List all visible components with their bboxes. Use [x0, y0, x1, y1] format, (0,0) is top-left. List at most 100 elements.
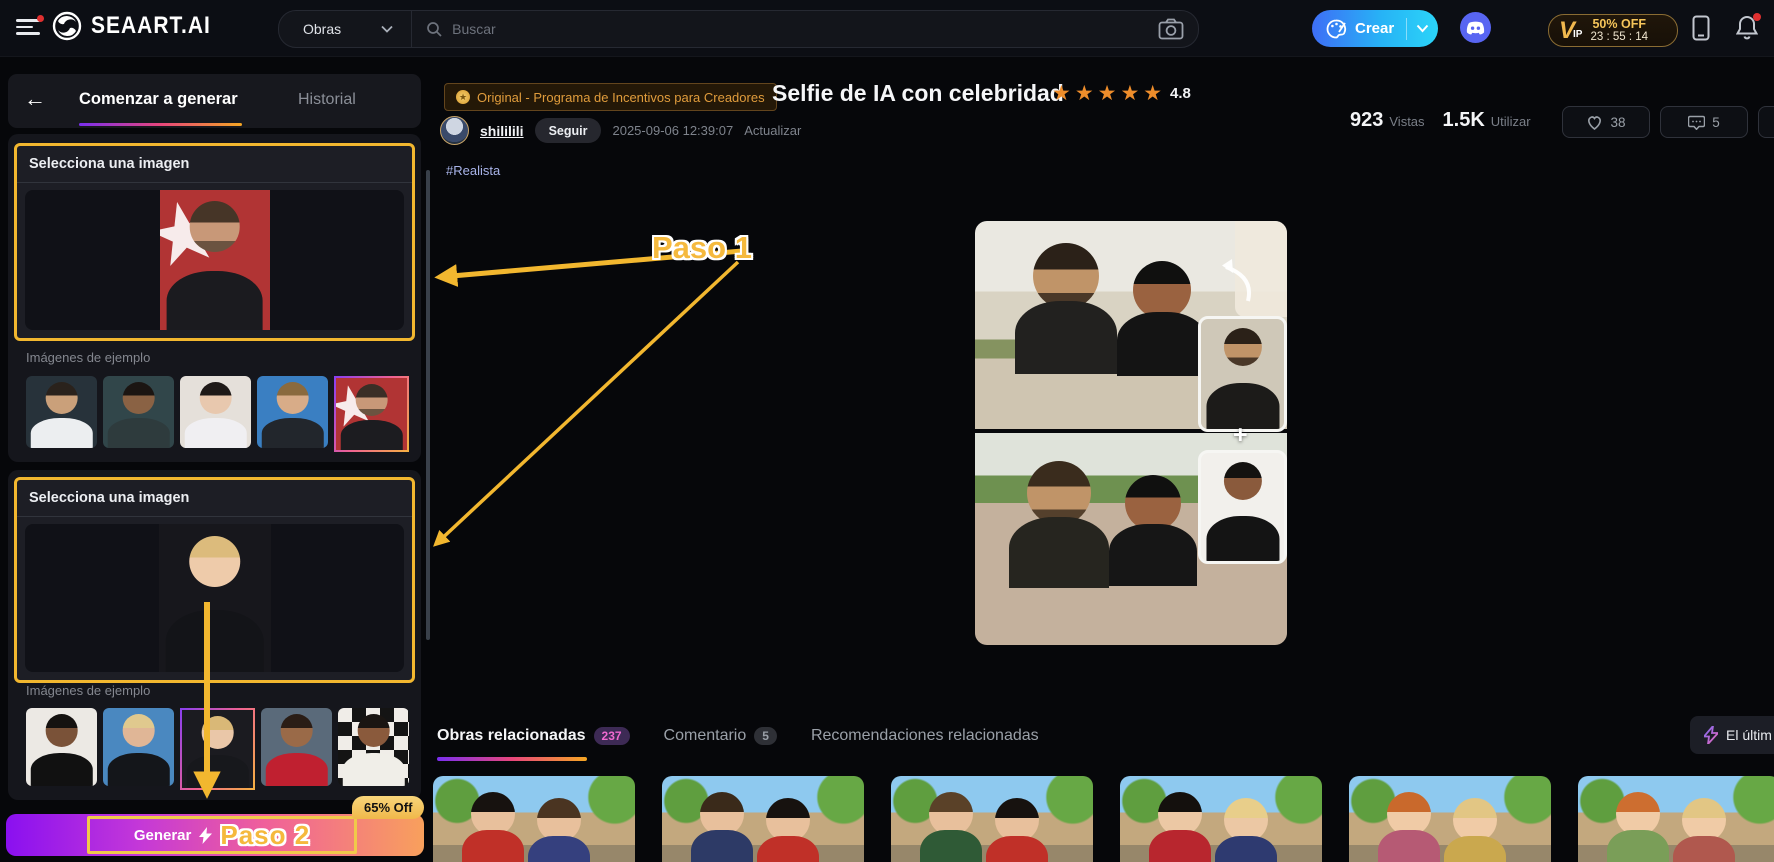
tab-comments[interactable]: Comentario 5: [664, 727, 777, 745]
mobile-app-icon[interactable]: [1692, 15, 1710, 46]
search-input[interactable]: [442, 20, 1158, 38]
example-thumb-rihanna-white-top[interactable]: [26, 708, 97, 786]
original-badge-label: Original - Programa de Incentivos para C…: [477, 89, 765, 105]
menu-notification-dot: [37, 15, 44, 22]
example-thumb-taylor-swift-selected[interactable]: [180, 708, 255, 790]
heart-icon: [1588, 115, 1602, 130]
example-thumb-robert-downey-jr-selected[interactable]: ★: [334, 376, 409, 452]
original-program-badge[interactable]: ★ Original - Programa de Incentivos para…: [444, 83, 777, 111]
post-image[interactable]: +: [975, 221, 1287, 645]
vip-badge[interactable]: V IP 50% OFF 23 : 55 : 14: [1548, 14, 1678, 47]
views-value: 923: [1350, 109, 1384, 131]
post-actions: 38 5 2: [1562, 106, 1774, 138]
menu-icon[interactable]: [16, 15, 44, 37]
discord-icon[interactable]: [1460, 12, 1491, 43]
latest-button[interactable]: El últim: [1690, 716, 1774, 754]
updated-timestamp: 2025-09-06 12:39:07: [612, 123, 734, 138]
vip-discount: 50% OFF: [1592, 16, 1646, 31]
annotation-step-1: Paso 1: [652, 230, 752, 265]
notification-dot: [1753, 13, 1761, 21]
panel-title: Selecciona una imagen: [17, 146, 412, 183]
generate-label: Generar: [133, 826, 192, 844]
comment-icon: [1688, 115, 1706, 130]
tag-realista[interactable]: #Realista: [446, 163, 500, 178]
comment-count: 5: [1712, 114, 1720, 130]
tab-history[interactable]: Historial: [298, 91, 356, 109]
selfie-woman: [1116, 261, 1208, 376]
select-image-panel-1: Selecciona una imagen ★: [14, 143, 415, 341]
example-thumb-dwayne-johnson[interactable]: [103, 376, 174, 448]
discount-badge: 65% Off: [352, 796, 425, 819]
related-card-6[interactable]: [1578, 776, 1774, 862]
follow-button[interactable]: Seguir: [534, 118, 602, 143]
create-label: Crear: [1355, 20, 1395, 37]
related-card-3[interactable]: [891, 776, 1093, 862]
create-button[interactable]: Crear: [1312, 10, 1438, 47]
share-button[interactable]: 2: [1758, 106, 1774, 138]
active-tab-underline: [79, 122, 242, 126]
create-chevron-icon[interactable]: [1416, 24, 1429, 33]
author-name[interactable]: shililili: [480, 123, 524, 139]
generate-button[interactable]: Generar Paso 2: [6, 814, 424, 856]
selfie-woman: [1109, 475, 1197, 586]
uses-label: Utilizar: [1490, 114, 1531, 129]
image-select-card-2: Selecciona una imagen Imágenes de ejempl…: [8, 470, 421, 800]
uses-value: 1.5K: [1442, 109, 1485, 131]
content-tabs: Obras relacionadas 237 Comentario 5 Reco…: [437, 727, 1039, 745]
related-card-1[interactable]: [433, 776, 635, 862]
logo-text: SEAART.AI: [91, 12, 211, 39]
vip-countdown: 23 : 55 : 14: [1590, 31, 1649, 44]
logo[interactable]: SEAART.AI: [52, 11, 211, 41]
related-card-4[interactable]: [1120, 776, 1322, 862]
selected-image-well-2[interactable]: [25, 524, 404, 672]
tab-start-generating[interactable]: Comenzar a generar: [79, 90, 238, 109]
latest-label: El últim: [1726, 727, 1772, 743]
views-label: Vistas: [1389, 114, 1425, 129]
like-count: 38: [1610, 114, 1626, 130]
tab-recommendations[interactable]: Recomendaciones relacionadas: [811, 727, 1039, 745]
example-thumb-cristiano-ronaldo[interactable]: [26, 376, 97, 448]
seaart-logo-icon: [52, 11, 82, 41]
reference-inset-woman: [1198, 450, 1287, 564]
post-stats: 923 Vistas 1.5K Utilizar: [1350, 109, 1543, 132]
selfie-man: [1009, 461, 1109, 588]
plus-icon: +: [1233, 421, 1248, 449]
author-row: shililili Seguir 2025-09-06 12:39:07 Act…: [440, 116, 801, 145]
related-card-2[interactable]: [662, 776, 864, 862]
image-select-card-1: Selecciona una imagen ★ Imágenes de ejem…: [8, 134, 421, 462]
curved-arrow-icon: [1222, 259, 1251, 302]
create-divider: [1406, 17, 1408, 40]
example-thumbs-row-1: ★: [26, 376, 409, 452]
notifications-icon[interactable]: [1735, 13, 1761, 46]
annotation-step-2: Paso 2: [220, 819, 311, 850]
selected-image-taylor-swift: [158, 524, 271, 672]
search-bar: Obras: [278, 10, 1199, 48]
comment-button[interactable]: 5: [1660, 106, 1748, 138]
example-thumb-justin-bieber[interactable]: [257, 376, 328, 448]
selected-image-robert-downey-jr: ★: [159, 190, 270, 330]
category-select[interactable]: Obras: [279, 21, 411, 37]
reference-inset-man: [1198, 316, 1287, 432]
recommendations-label: Recomendaciones relacionadas: [810, 727, 1039, 744]
rating-value: 4.8: [1170, 85, 1191, 102]
example-thumb-blonde-sunglasses[interactable]: [103, 708, 174, 786]
search-icon: [427, 22, 442, 37]
example-thumb-rihanna-checkered[interactable]: [338, 708, 409, 786]
sidebar-scrollbar[interactable]: [426, 170, 430, 640]
example-thumb-red-sequin-dress[interactable]: [261, 708, 332, 786]
rating-stars[interactable]: ★★★★★: [1052, 81, 1166, 106]
related-works-row: [433, 776, 1774, 862]
vip-ip: IP: [1573, 29, 1583, 40]
camera-search-icon[interactable]: [1158, 18, 1184, 40]
tab-related-works[interactable]: Obras relacionadas 237: [437, 727, 630, 745]
comments-label: Comentario: [663, 727, 747, 744]
update-label: Actualizar: [744, 123, 802, 138]
avatar[interactable]: [440, 116, 469, 145]
back-arrow-icon[interactable]: ←: [24, 86, 46, 112]
seaart-app: Paso 1 SEAART.AI Obras Buscar Crear V IP…: [0, 0, 1774, 862]
lightning-icon: [199, 826, 213, 844]
example-thumb-kpop-idol[interactable]: [180, 376, 251, 448]
like-button[interactable]: 38: [1562, 106, 1650, 138]
related-card-5[interactable]: [1349, 776, 1551, 862]
selected-image-well-1[interactable]: ★: [25, 190, 404, 330]
